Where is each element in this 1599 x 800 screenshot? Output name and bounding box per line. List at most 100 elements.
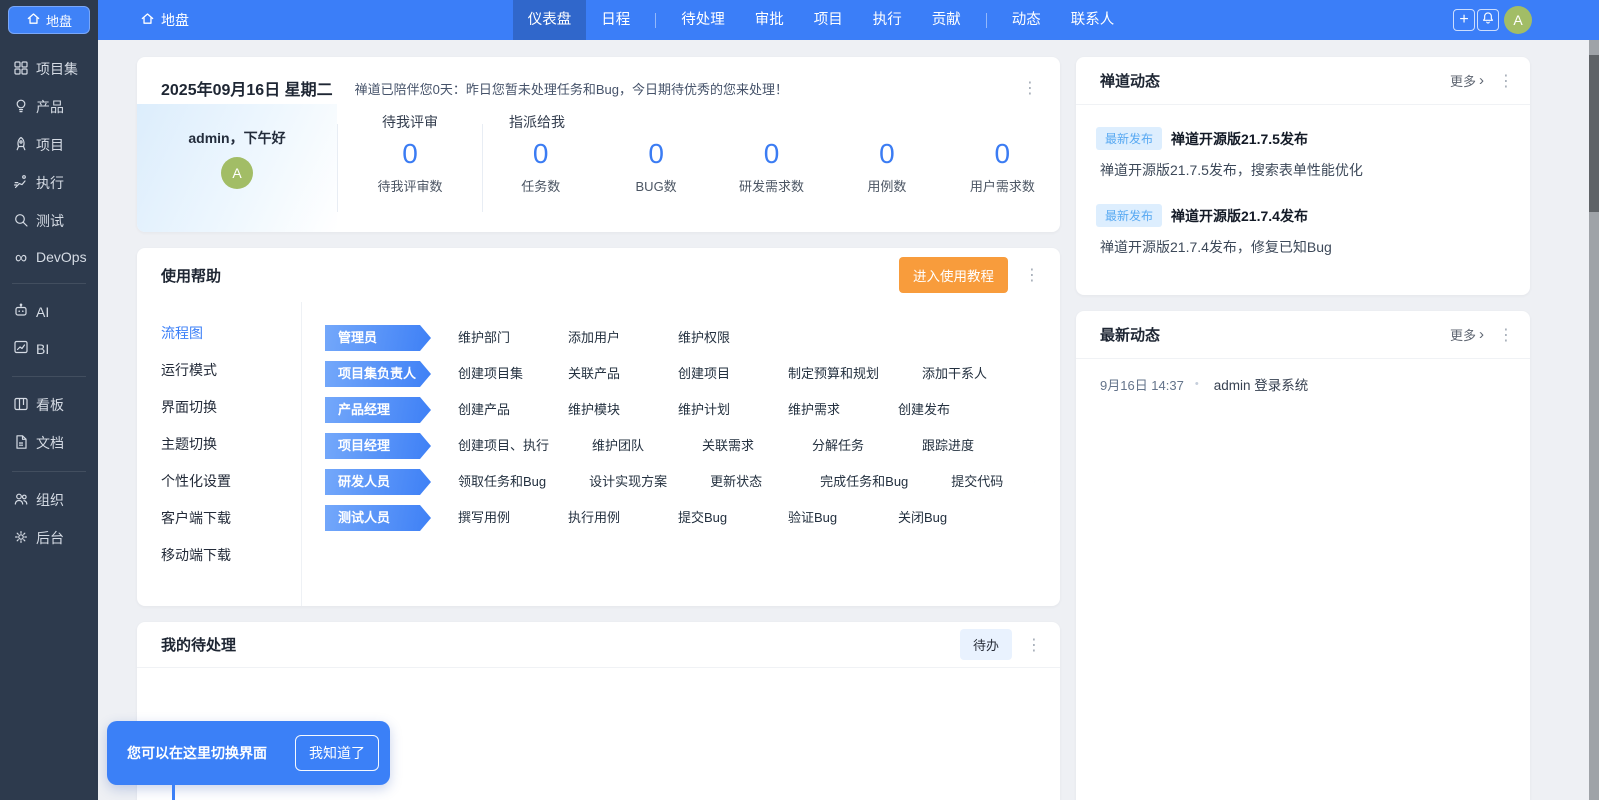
sidebar-item-doc[interactable]: 文档 xyxy=(0,424,98,462)
stat-tasks: 0 任务数 xyxy=(483,134,598,195)
stat-value[interactable]: 0 xyxy=(829,134,944,174)
sidebar-item-bi[interactable]: BI xyxy=(0,330,98,367)
news-badge: 最新发布 xyxy=(1096,127,1163,150)
activity-time: 9月16日 14:37 xyxy=(1100,377,1184,393)
kebab-menu-icon[interactable]: ⋮ xyxy=(1020,265,1044,285)
topbar-brand[interactable]: 地盘 xyxy=(140,0,189,40)
sidebar-item-test[interactable]: 测试 xyxy=(0,202,98,240)
stat-value[interactable]: 0 xyxy=(714,134,829,174)
latest-dynamics-header: 最新动态 更多 › ⋮ xyxy=(1076,311,1530,359)
guide-tooltip-pointer-line xyxy=(172,785,175,800)
tab-mobile-download[interactable]: 移动端下载 xyxy=(137,536,301,573)
nav-item-dynamics[interactable]: 动态 xyxy=(997,0,1056,40)
sidebar-item-devops[interactable]: ∞ DevOps xyxy=(0,240,98,274)
people-icon xyxy=(13,491,29,510)
sidebar-item-label: 组织 xyxy=(36,492,64,508)
sidebar-item-admin[interactable]: 后台 xyxy=(0,519,98,557)
sidebar-home-label: 地盘 xyxy=(45,13,72,29)
stat-value[interactable]: 0 xyxy=(483,134,598,174)
tab-ui-switch[interactable]: 界面切换 xyxy=(137,388,301,425)
flow-step: 维护需求 xyxy=(764,397,871,423)
nav-item-calendar[interactable]: 日程 xyxy=(586,0,645,40)
nav-item-todo[interactable]: 待处理 xyxy=(666,0,740,40)
sidebar-item-org[interactable]: 组织 xyxy=(0,481,98,519)
kebab-menu-icon[interactable]: ⋮ xyxy=(1018,78,1042,98)
right-column: 禅道动态 更多 › ⋮ 最新发布 禅道开源版21.7.5发布 禅道开源版21.7… xyxy=(1076,57,1530,800)
sidebar-home-button[interactable]: 地盘 xyxy=(8,6,90,34)
more-link[interactable]: 更多 › xyxy=(1450,325,1484,344)
flow-step: 创建发布 xyxy=(874,397,981,423)
main-content: 2025年09月16日 星期二 禅道已陪伴您0天：昨日您暂未处理任务和Bug，今… xyxy=(98,40,1589,800)
user-avatar[interactable]: A xyxy=(1504,6,1532,34)
sidebar-item-label: 看板 xyxy=(36,397,64,413)
sidebar-item-label: 项目集 xyxy=(36,61,78,77)
nav-item-contribution[interactable]: 贡献 xyxy=(917,0,976,40)
sidebar-item-label: BI xyxy=(36,340,50,357)
nav-item-contacts[interactable]: 联系人 xyxy=(1056,0,1130,40)
flow-step: 创建项目集 xyxy=(434,361,541,387)
sidebar-item-execution[interactable]: 执行 xyxy=(0,164,98,202)
welcome-stats: admin，下午好 A 待我评审 0 待我评审数 指派给我 0 任务数 0 BU… xyxy=(137,104,1060,232)
kebab-menu-icon[interactable]: ⋮ xyxy=(1494,71,1518,91)
nav-item-execution[interactable]: 执行 xyxy=(858,0,917,40)
review-group-header: 待我评审 xyxy=(382,114,438,130)
left-column: 2025年09月16日 星期二 禅道已陪伴您0天：昨日您暂未处理任务和Bug，今… xyxy=(137,57,1060,800)
sidebar-item-label: DevOps xyxy=(36,249,87,265)
tab-theme-switch[interactable]: 主题切换 xyxy=(137,425,301,462)
kebab-menu-icon[interactable]: ⋮ xyxy=(1022,635,1046,655)
tab-run-mode[interactable]: 运行模式 xyxy=(137,351,301,388)
stat-value[interactable]: 0 xyxy=(945,134,1060,174)
todo-filter-button[interactable]: 待办 xyxy=(959,629,1012,660)
sidebar-item-project[interactable]: 项目 xyxy=(0,126,98,164)
greeting-text: admin，下午好 xyxy=(188,130,286,146)
help-tabs: 流程图 运行模式 界面切换 主题切换 个性化设置 客户端下载 移动端下载 xyxy=(137,302,302,606)
tutorial-button[interactable]: 进入使用教程 xyxy=(899,257,1008,293)
flow-step: 维护权限 xyxy=(654,325,761,351)
page-scrollbar[interactable] xyxy=(1589,40,1599,800)
kebab-menu-icon[interactable]: ⋮ xyxy=(1494,325,1518,345)
flowchart-panel: 管理员 维护部门 添加用户 维护权限 项目集负责人 创建项目集 关联产品 创建项… xyxy=(302,302,1060,606)
flow-step: 完成任务和Bug xyxy=(796,469,924,495)
stat-label: 任务数 xyxy=(521,179,561,194)
flow-row-tester: 测试人员 撰写用例 执行用例 提交Bug 验证Bug 关闭Bug xyxy=(325,505,1060,531)
stat-dev-stories: 0 研发需求数 xyxy=(714,134,829,195)
flow-role: 项目集负责人 xyxy=(325,361,431,387)
latest-dynamics-card: 最新动态 更多 › ⋮ 9月16日 14:37 • admin 登录系统 xyxy=(1076,311,1530,800)
tab-desktop-download[interactable]: 客户端下载 xyxy=(137,499,301,536)
got-it-button[interactable]: 我知道了 xyxy=(295,735,379,771)
news-item-title[interactable]: 禅道开源版21.7.4发布 xyxy=(1171,206,1308,226)
more-label: 更多 xyxy=(1449,74,1476,89)
sidebar-item-projectset[interactable]: 项目集 xyxy=(0,50,98,88)
more-link[interactable]: 更多 › xyxy=(1450,71,1484,90)
flow-step: 维护团队 xyxy=(568,433,675,459)
document-icon xyxy=(13,434,29,453)
stat-review-count: 0 待我评审数 xyxy=(338,134,482,195)
sidebar-divider xyxy=(12,376,86,377)
stat-value[interactable]: 0 xyxy=(338,134,482,174)
zentao-news-header: 禅道动态 更多 › ⋮ xyxy=(1076,57,1530,105)
nav-item-review[interactable]: 审批 xyxy=(740,0,799,40)
stat-value[interactable]: 0 xyxy=(598,134,713,174)
sidebar-item-label: 文档 xyxy=(36,435,64,451)
nav-item-project[interactable]: 项目 xyxy=(799,0,858,40)
flow-step: 创建项目、执行 xyxy=(434,433,565,459)
nav-item-dashboard[interactable]: 仪表盘 xyxy=(512,0,587,40)
sidebar-item-product[interactable]: 产品 xyxy=(0,88,98,126)
sidebar-item-ai[interactable]: AI xyxy=(0,293,98,330)
news-item-title[interactable]: 禅道开源版21.7.5发布 xyxy=(1171,129,1308,149)
chevron-right-icon: › xyxy=(1479,326,1484,343)
sidebar-item-label: 测试 xyxy=(36,213,64,229)
tab-flowchart[interactable]: 流程图 xyxy=(137,314,301,351)
avatar[interactable]: A xyxy=(221,157,253,189)
zentao-news-title: 禅道动态 xyxy=(1100,73,1161,90)
notifications-button[interactable] xyxy=(1477,9,1499,31)
bulb-icon xyxy=(13,98,29,117)
sidebar-item-kanban[interactable]: 看板 xyxy=(0,386,98,424)
sidebar-divider xyxy=(12,471,86,472)
scrollbar-thumb[interactable] xyxy=(1589,55,1599,212)
tab-personalization[interactable]: 个性化设置 xyxy=(137,462,301,499)
create-button[interactable]: + xyxy=(1453,9,1475,31)
zentao-news-body: 最新发布 禅道开源版21.7.5发布 禅道开源版21.7.5发布，搜索表单性能优… xyxy=(1076,105,1530,257)
grid-icon xyxy=(13,60,29,79)
flow-step: 添加用户 xyxy=(544,325,651,351)
